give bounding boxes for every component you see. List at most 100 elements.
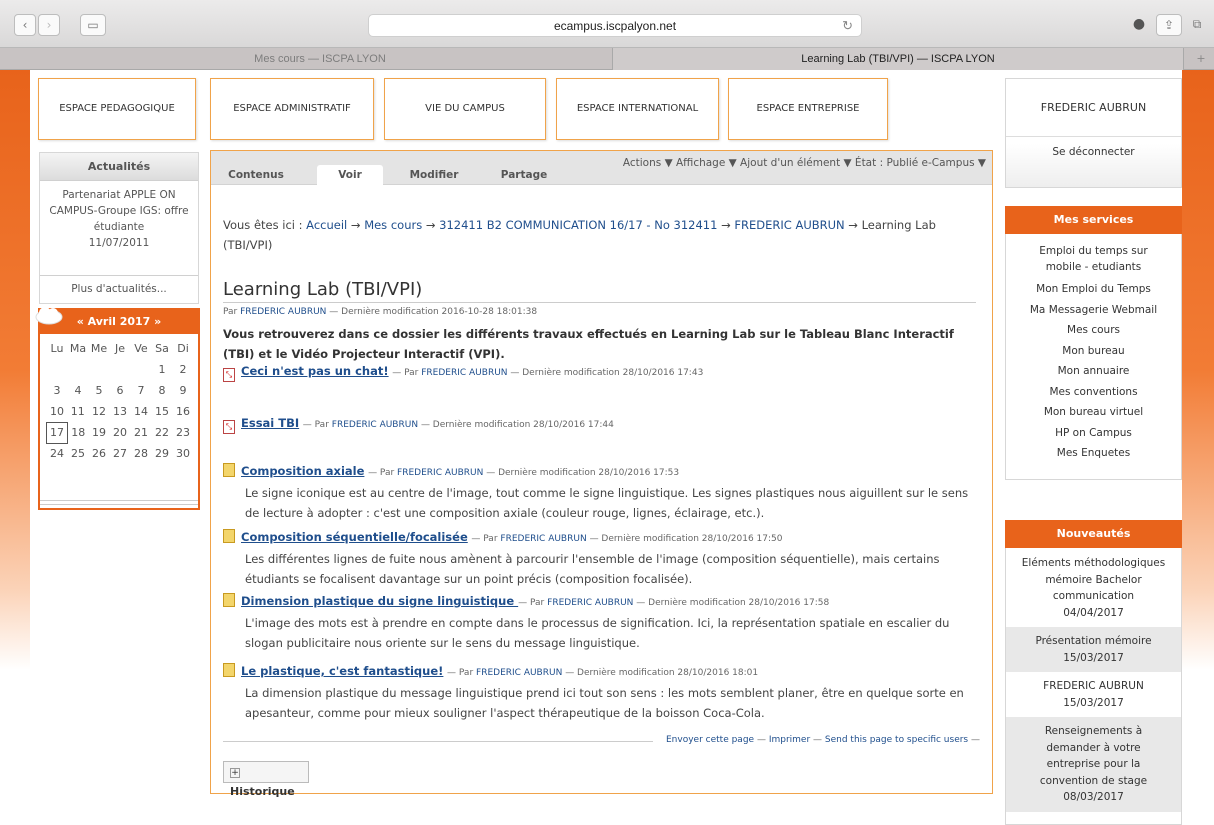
nav-espace-administratif[interactable]: ESPACE ADMINISTRATIF (210, 78, 374, 140)
calendar-day[interactable]: 21 (131, 422, 152, 443)
calendar-day[interactable]: 27 (110, 443, 131, 464)
calendar-day[interactable]: 10 (47, 401, 68, 422)
item-author-link[interactable]: FREDERIC AUBRUN (332, 420, 418, 430)
service-link[interactable]: Mes cours (1006, 320, 1181, 341)
item-author-link[interactable]: FREDERIC AUBRUN (421, 368, 507, 378)
calendar-day[interactable]: 7 (131, 380, 152, 401)
calendar-day[interactable]: 5 (89, 380, 110, 401)
breadcrumb-mes-cours[interactable]: Mes cours (364, 218, 422, 232)
service-link[interactable]: HP on Campus (1006, 423, 1181, 444)
item-author-link[interactable]: FREDERIC AUBRUN (476, 668, 562, 678)
sidebar-toggle-icon[interactable]: ▭ (80, 14, 106, 36)
calendar-day[interactable]: 8 (152, 380, 173, 401)
browser-tab-learning-lab[interactable]: Learning Lab (TBI/VPI) — ISCPA LYON (612, 48, 1184, 70)
news-item[interactable]: Partenariat APPLE ON CAMPUS-Groupe IGS: … (40, 181, 198, 257)
nav-espace-international[interactable]: ESPACE INTERNATIONAL (556, 78, 719, 140)
actions-menu-bar[interactable]: Actions ▼ Affichage ▼ Ajout d'un élément… (623, 157, 986, 169)
tab-voir[interactable]: Voir (317, 165, 383, 185)
calendar-day[interactable]: 22 (152, 422, 173, 443)
content-tabs: Contenus Voir Modifier Partage Actions ▼… (211, 151, 992, 185)
service-link[interactable]: Mon bureau virtuel (1006, 402, 1181, 423)
tab-partage[interactable]: Partage (491, 165, 557, 185)
document-icon (223, 463, 235, 477)
calendar-day[interactable]: 14 (131, 401, 152, 422)
nouveautes-list: Eléments méthodologiques mémoire Bachelo… (1006, 549, 1181, 812)
item-author-link[interactable]: FREDERIC AUBRUN (547, 598, 633, 608)
send-users-link[interactable]: Send this page to specific users (825, 735, 968, 745)
tabs-overview-icon[interactable]: ⧉ (1186, 14, 1208, 36)
nav-vie-du-campus[interactable]: VIE DU CAMPUS (384, 78, 546, 140)
calendar-day[interactable]: 28 (131, 443, 152, 464)
calendar-day[interactable]: 19 (89, 422, 110, 443)
address-bar[interactable]: ecampus.iscpalyon.net ↻ (368, 14, 862, 37)
item-title-link[interactable]: Ceci n'est pas un chat! (241, 364, 389, 378)
more-news-link[interactable]: Plus d'actualités... (40, 275, 198, 303)
news-entry[interactable]: Présentation mémoire 15/03/2017 (1006, 627, 1181, 672)
breadcrumb-course[interactable]: 312411 B2 COMMUNICATION 16/17 - No 31241… (439, 218, 717, 232)
calendar-day[interactable]: 13 (110, 401, 131, 422)
calendar-day[interactable]: 2 (173, 359, 194, 380)
calendar-day[interactable]: 25 (68, 443, 89, 464)
item-title-link[interactable]: Essai TBI (241, 416, 299, 430)
calendar-day[interactable]: 6 (110, 380, 131, 401)
calendar-day[interactable]: 11 (68, 401, 89, 422)
item-title-link[interactable]: Dimension plastique du signe linguistiqu… (241, 594, 518, 608)
service-link[interactable]: Mes conventions (1006, 382, 1181, 403)
calendar-day[interactable]: 17 (46, 421, 68, 444)
calendar-day[interactable]: 9 (173, 380, 194, 401)
breadcrumb-user[interactable]: FREDERIC AUBRUN (734, 218, 844, 232)
service-link[interactable]: Mon bureau (1006, 341, 1181, 362)
news-entry-text[interactable]: FREDERIC AUBRUN (1010, 678, 1177, 695)
item-author-link[interactable]: FREDERIC AUBRUN (500, 534, 586, 544)
calendar-day[interactable]: 24 (47, 443, 68, 464)
new-tab-icon[interactable]: + (1192, 48, 1210, 70)
tab-contenus[interactable]: Contenus (223, 165, 289, 185)
calendar-day[interactable]: 3 (47, 380, 68, 401)
tab-modifier[interactable]: Modifier (401, 165, 467, 185)
logout-link[interactable]: Se déconnecter (1006, 137, 1181, 167)
nav-espace-entreprise[interactable]: ESPACE ENTREPRISE (728, 78, 888, 140)
reload-icon[interactable]: ↻ (842, 15, 853, 37)
calendar-day[interactable]: 1 (152, 359, 173, 380)
calendar-day[interactable]: 15 (152, 401, 173, 422)
calendar-day[interactable]: 23 (173, 422, 194, 443)
news-item-text[interactable]: Partenariat APPLE ON CAMPUS-Groupe IGS: … (46, 187, 192, 235)
breadcrumb-accueil[interactable]: Accueil (306, 218, 347, 232)
nav-espace-pedagogique[interactable]: ESPACE PEDAGOGIQUE (38, 78, 196, 140)
calendar-day[interactable]: 30 (173, 443, 194, 464)
service-link[interactable]: Mon annuaire (1006, 361, 1181, 382)
share-icon[interactable]: ⇪ (1156, 14, 1182, 36)
forward-button[interactable]: › (38, 14, 60, 36)
service-link[interactable]: Mon Emploi du Temps (1006, 279, 1181, 300)
browser-tab-mes-cours[interactable]: Mes cours — ISCPA LYON (30, 48, 610, 70)
calendar-day[interactable]: 4 (68, 380, 89, 401)
back-button[interactable]: ‹ (14, 14, 36, 36)
send-page-link[interactable]: Envoyer cette page (666, 735, 754, 745)
calendar-day[interactable]: 29 (152, 443, 173, 464)
news-entry-text[interactable]: Eléments méthodologiques mémoire Bachelo… (1010, 555, 1177, 605)
calendar-day[interactable]: 18 (68, 422, 89, 443)
calendar-day[interactable]: 20 (110, 422, 131, 443)
calendar-day[interactable]: 26 (89, 443, 110, 464)
item-author-link[interactable]: FREDERIC AUBRUN (397, 468, 483, 478)
service-link[interactable]: Emploi du temps sur mobile - etudiants (1006, 243, 1181, 279)
news-entry[interactable]: Renseignements à demander à votre entrep… (1006, 717, 1181, 812)
print-link[interactable]: Imprimer (769, 735, 810, 745)
news-entry[interactable]: Eléments méthodologiques mémoire Bachelo… (1006, 549, 1181, 627)
pdf-icon: ⤡ (223, 368, 235, 382)
item-title-link[interactable]: Composition séquentielle/focalisée (241, 530, 468, 544)
calendar-day[interactable]: 16 (173, 401, 194, 422)
service-link[interactable]: Ma Messagerie Webmail (1006, 300, 1181, 321)
news-entry-text[interactable]: Présentation mémoire (1010, 633, 1177, 650)
service-link[interactable]: Mes Enquetes (1006, 443, 1181, 464)
item-meta: — Par FREDERIC AUBRUN — Dernière modific… (447, 668, 758, 678)
calendar-day[interactable]: 12 (89, 401, 110, 422)
news-entry-text[interactable]: Renseignements à demander à votre entrep… (1024, 723, 1163, 789)
item-title-link[interactable]: Composition axiale (241, 464, 364, 478)
news-entry[interactable]: FREDERIC AUBRUN 15/03/2017 (1006, 672, 1181, 717)
download-icon[interactable]: ● (1126, 14, 1152, 36)
calendar: « Avril 2017 » Lu Ma Me Je Ve Sa Di 1234567891… (35, 307, 200, 510)
author-link[interactable]: FREDERIC AUBRUN (240, 307, 326, 317)
history-toggle[interactable]: + Historique (223, 761, 309, 798)
item-title-link[interactable]: Le plastique, c'est fantastique! (241, 664, 443, 678)
